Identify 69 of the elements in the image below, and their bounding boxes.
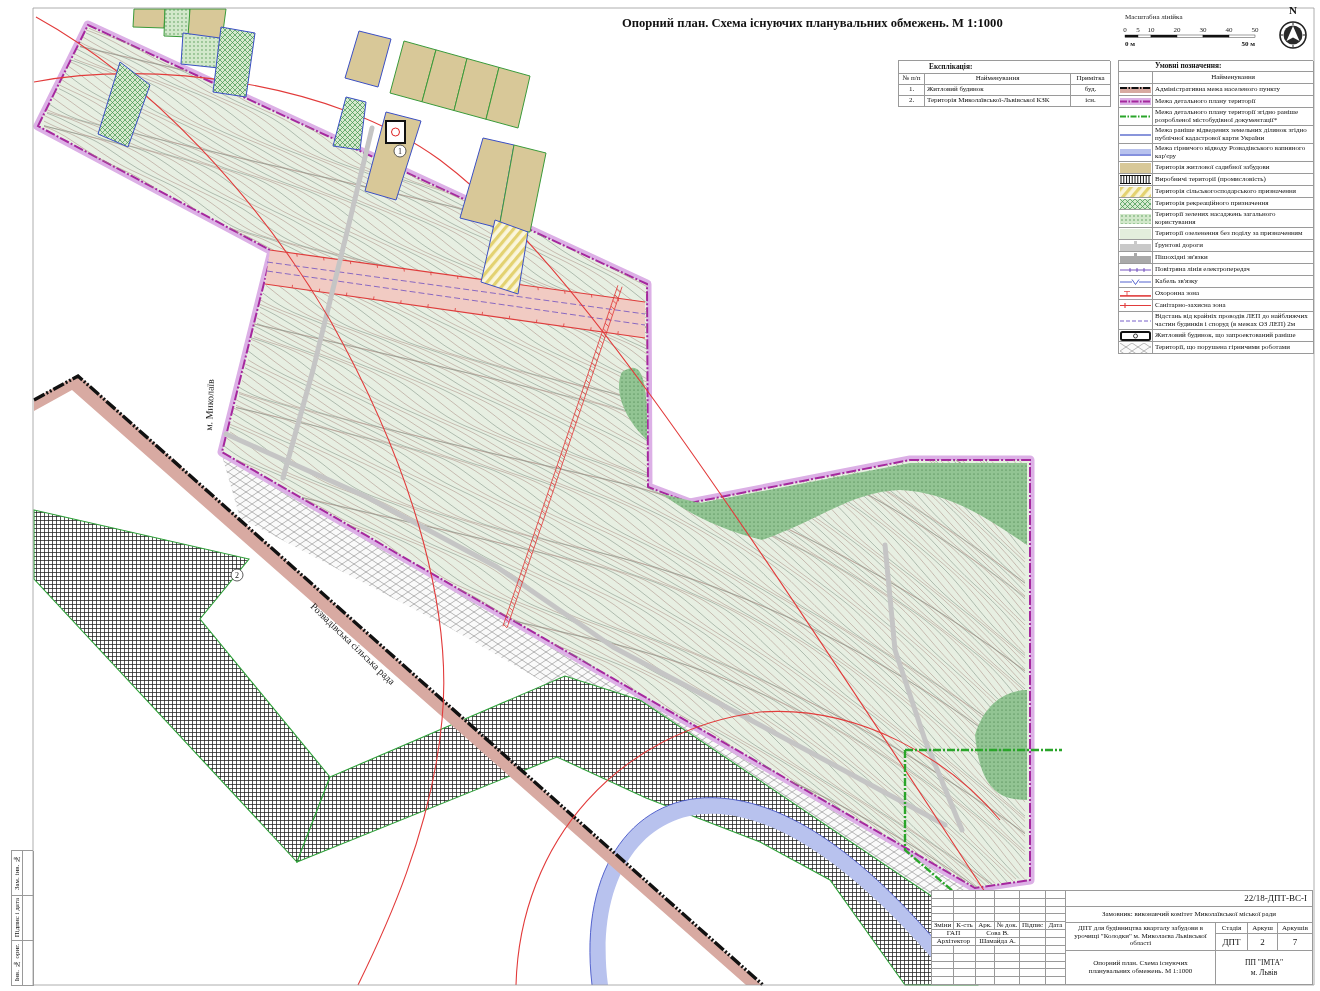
empty-cell bbox=[1020, 930, 1046, 939]
dashed-boundary-icon bbox=[1120, 86, 1151, 93]
empty-cell bbox=[954, 969, 976, 978]
empty-cell bbox=[954, 914, 976, 923]
empty-cell bbox=[1020, 898, 1046, 907]
cable-line-icon bbox=[1120, 278, 1151, 285]
empty-cell bbox=[1020, 914, 1046, 923]
empty-cell bbox=[1046, 938, 1066, 947]
empty-cell bbox=[954, 898, 976, 907]
hatched-swatch-icon bbox=[1120, 198, 1151, 209]
empty-cell bbox=[995, 906, 1020, 915]
dashed-line-icon bbox=[1120, 115, 1151, 119]
empty-cell bbox=[1020, 953, 1046, 962]
plot-number-marker: 1 bbox=[393, 144, 407, 158]
plot-number-marker: 2 bbox=[230, 568, 244, 582]
dashed-line-icon bbox=[1120, 319, 1151, 322]
fill-swatch-icon bbox=[1120, 162, 1151, 173]
empty-cell bbox=[976, 906, 995, 915]
empty-cell bbox=[954, 953, 976, 962]
empty-cell bbox=[1020, 969, 1046, 978]
drawing-code: 22/18-ДПТ-ВС-І bbox=[1066, 891, 1313, 907]
residential-plot bbox=[389, 40, 437, 103]
empty-cell bbox=[995, 961, 1020, 970]
empty-cell bbox=[976, 914, 995, 923]
zone-line-icon bbox=[1120, 303, 1151, 309]
empty-cell bbox=[1046, 953, 1066, 962]
stamp-value: 2 bbox=[1248, 934, 1278, 951]
empty-cell bbox=[976, 898, 995, 907]
stamp-value: 7 bbox=[1278, 934, 1313, 951]
empty-cell bbox=[954, 961, 976, 970]
empty-cell bbox=[995, 898, 1020, 907]
dotted-swatch-icon bbox=[1120, 213, 1151, 224]
residential-plot bbox=[132, 8, 166, 29]
empty-cell bbox=[1020, 961, 1046, 970]
drawing-title: Опорний план. Схема існуючих планувальних обмежень. М 1:1000 bbox=[622, 17, 1003, 30]
stamp-value: ДПТ bbox=[1216, 934, 1248, 951]
empty-cell bbox=[976, 961, 995, 970]
residential-plot bbox=[344, 30, 392, 88]
empty-cell bbox=[1020, 906, 1046, 915]
empty-cell bbox=[1020, 938, 1046, 947]
crosshatch-swatch-icon bbox=[1120, 342, 1151, 353]
empty-cell bbox=[995, 914, 1020, 923]
empty-cell bbox=[1046, 906, 1066, 915]
residential-plot bbox=[453, 58, 500, 120]
empty-cell bbox=[1046, 961, 1066, 970]
empty-cell bbox=[995, 953, 1020, 962]
empty-cell bbox=[954, 906, 976, 915]
road-icon bbox=[1120, 240, 1151, 251]
zone-line-icon bbox=[1120, 290, 1151, 297]
empty-cell bbox=[995, 969, 1020, 978]
empty-cell bbox=[976, 969, 995, 978]
line-icon bbox=[1120, 133, 1151, 136]
empty-cell bbox=[1046, 914, 1066, 923]
compass-icon bbox=[1279, 21, 1307, 49]
power-line-icon bbox=[1120, 267, 1151, 272]
recreation-plot bbox=[332, 96, 367, 151]
place-label: м. Миколаїв bbox=[203, 378, 216, 431]
north-label: N bbox=[1289, 4, 1297, 16]
house-symbol-icon bbox=[385, 120, 406, 144]
striped-swatch-icon bbox=[1120, 186, 1151, 197]
dashed-boundary-icon bbox=[1120, 98, 1151, 105]
empty-cell bbox=[1046, 898, 1066, 907]
residential-plot bbox=[485, 66, 531, 129]
empty-cell bbox=[976, 953, 995, 962]
fill-swatch-icon bbox=[1120, 228, 1151, 239]
empty-cell bbox=[1046, 969, 1066, 978]
hatched-bar-icon bbox=[1120, 175, 1151, 185]
empty-cell bbox=[1046, 930, 1066, 939]
road-icon bbox=[1120, 252, 1151, 263]
